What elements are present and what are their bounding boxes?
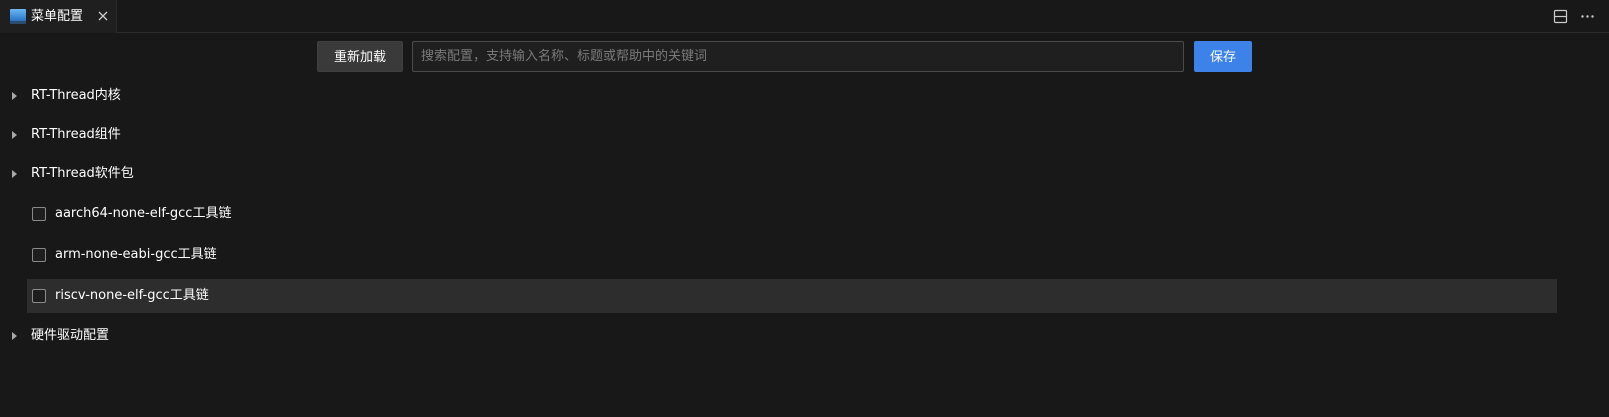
- tree-option-arm-toolchain[interactable]: arm-none-eabi-gcc工具链: [27, 238, 1557, 272]
- tree-group-label: RT-Thread组件: [31, 127, 121, 142]
- option-label: aarch64-none-elf-gcc工具链: [55, 206, 232, 221]
- editor-tab-bar: 菜单配置: [0, 0, 1609, 33]
- search-input[interactable]: [412, 41, 1184, 72]
- tree-group-label: RT-Thread内核: [31, 88, 121, 103]
- option-label: riscv-none-elf-gcc工具链: [55, 288, 209, 303]
- close-icon[interactable]: [96, 9, 110, 23]
- checkbox[interactable]: [32, 207, 46, 221]
- reload-button[interactable]: 重新加载: [317, 41, 403, 72]
- tab-menu-config[interactable]: 菜单配置: [0, 0, 117, 33]
- tabbar-actions: [1553, 9, 1595, 24]
- option-label: arm-none-eabi-gcc工具链: [55, 247, 217, 262]
- split-editor-icon[interactable]: [1553, 9, 1568, 24]
- tab-title: 菜单配置: [31, 9, 84, 24]
- tree-group-label: RT-Thread软件包: [31, 166, 134, 181]
- chevron-right-icon[interactable]: [12, 92, 17, 100]
- tree-group-components[interactable]: RT-Thread组件: [12, 118, 1557, 152]
- tree-option-riscv-toolchain[interactable]: riscv-none-elf-gcc工具链: [27, 279, 1557, 313]
- chevron-right-icon[interactable]: [12, 170, 17, 178]
- tree-group-packages[interactable]: RT-Thread软件包: [12, 157, 1557, 191]
- tree-option-aarch64-toolchain[interactable]: aarch64-none-elf-gcc工具链: [27, 197, 1557, 231]
- chevron-right-icon[interactable]: [12, 332, 17, 340]
- tree-group-kernel[interactable]: RT-Thread内核: [12, 79, 1557, 113]
- checkbox[interactable]: [32, 248, 46, 262]
- image-icon: [10, 9, 26, 24]
- tree-group-hardware-drivers[interactable]: 硬件驱动配置: [12, 319, 1557, 353]
- chevron-right-icon[interactable]: [12, 131, 17, 139]
- more-actions-icon[interactable]: [1580, 9, 1595, 24]
- tree-group-label: 硬件驱动配置: [31, 328, 110, 343]
- save-button[interactable]: 保存: [1194, 41, 1252, 72]
- checkbox[interactable]: [32, 289, 46, 303]
